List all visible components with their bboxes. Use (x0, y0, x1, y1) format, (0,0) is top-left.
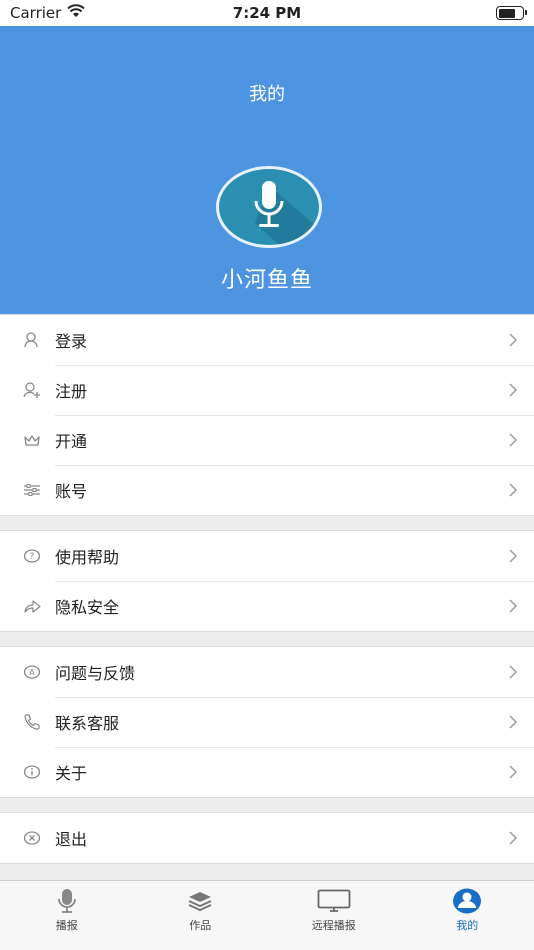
page-title: 我的 (249, 84, 285, 105)
chevron-right-icon (509, 333, 518, 347)
username: 小河鱼鱼 (220, 268, 313, 293)
phone-icon (22, 712, 42, 732)
menu-item-activate[interactable]: 开通 (0, 415, 534, 465)
status-bar: Carrier 7:24 PM (0, 0, 534, 26)
chevron-right-icon (509, 549, 518, 563)
menu-group-help: ? 使用帮助 隐私安全 (0, 530, 534, 632)
chevron-right-icon (509, 831, 518, 845)
menu-group-logout: 退出 (0, 812, 534, 864)
tab-bar: 播报 作品 远程播报 我的 (0, 880, 534, 950)
menu-item-help[interactable]: ? 使用帮助 (0, 531, 534, 581)
tab-mine[interactable]: 我的 (401, 881, 534, 950)
menu-item-register[interactable]: 注册 (0, 365, 534, 415)
menu-item-login[interactable]: 登录 (0, 315, 534, 365)
menu-item-label: 使用帮助 (55, 548, 120, 567)
chevron-right-icon (509, 483, 518, 497)
help-icon: ? (22, 546, 42, 566)
chevron-right-icon (509, 599, 518, 613)
layers-icon (187, 887, 213, 915)
menu-group-support: A 问题与反馈 联系客服 关于 (0, 646, 534, 798)
share-icon (22, 596, 42, 616)
menu-item-about[interactable]: 关于 (0, 747, 534, 797)
user-icon (22, 330, 42, 350)
chevron-right-icon (509, 383, 518, 397)
menu-item-account[interactable]: 账号 (0, 465, 534, 515)
tab-label: 播报 (55, 919, 78, 932)
chevron-right-icon (509, 665, 518, 679)
menu-item-label: 账号 (55, 482, 88, 501)
logout-icon (22, 828, 42, 848)
menu-item-label: 隐私安全 (55, 598, 120, 617)
menu-item-label: 关于 (55, 764, 88, 783)
tab-broadcast[interactable]: 播报 (0, 881, 134, 950)
battery-icon (496, 6, 527, 20)
menu-item-label: 联系客服 (55, 714, 120, 733)
menu-item-contact[interactable]: 联系客服 (0, 697, 534, 747)
profile-icon (452, 887, 482, 915)
menu-item-logout[interactable]: 退出 (0, 813, 534, 863)
microphone-icon (254, 181, 319, 245)
status-time: 7:24 PM (232, 4, 302, 22)
menu-item-label: 注册 (55, 382, 88, 401)
user-add-icon (22, 380, 42, 400)
chevron-right-icon (509, 715, 518, 729)
monitor-icon (317, 887, 351, 915)
menu-group-account: 登录 注册 开通 账号 (0, 314, 534, 516)
tab-works[interactable]: 作品 (134, 881, 268, 950)
avatar[interactable] (216, 166, 322, 248)
sliders-icon (22, 480, 42, 500)
tab-label: 我的 (456, 919, 479, 932)
profile-header: 我的 小河鱼鱼 (0, 26, 534, 314)
tab-remote-broadcast[interactable]: 远程播报 (267, 881, 401, 950)
menu-item-label: 问题与反馈 (55, 664, 136, 683)
info-icon (22, 762, 42, 782)
chevron-right-icon (509, 765, 518, 779)
menu-item-label: 退出 (55, 830, 88, 849)
tab-label: 作品 (189, 919, 212, 932)
svg-text:A: A (29, 668, 35, 677)
menu-item-privacy[interactable]: 隐私安全 (0, 581, 534, 631)
crown-icon (22, 430, 42, 450)
menu-item-feedback[interactable]: A 问题与反馈 (0, 647, 534, 697)
microphone-icon (56, 887, 78, 915)
menu-item-label: 开通 (55, 432, 88, 451)
chevron-right-icon (509, 433, 518, 447)
feedback-icon: A (22, 662, 42, 682)
menu-item-label: 登录 (55, 332, 88, 351)
tab-label: 远程播报 (311, 919, 356, 932)
svg-text:?: ? (30, 552, 35, 562)
